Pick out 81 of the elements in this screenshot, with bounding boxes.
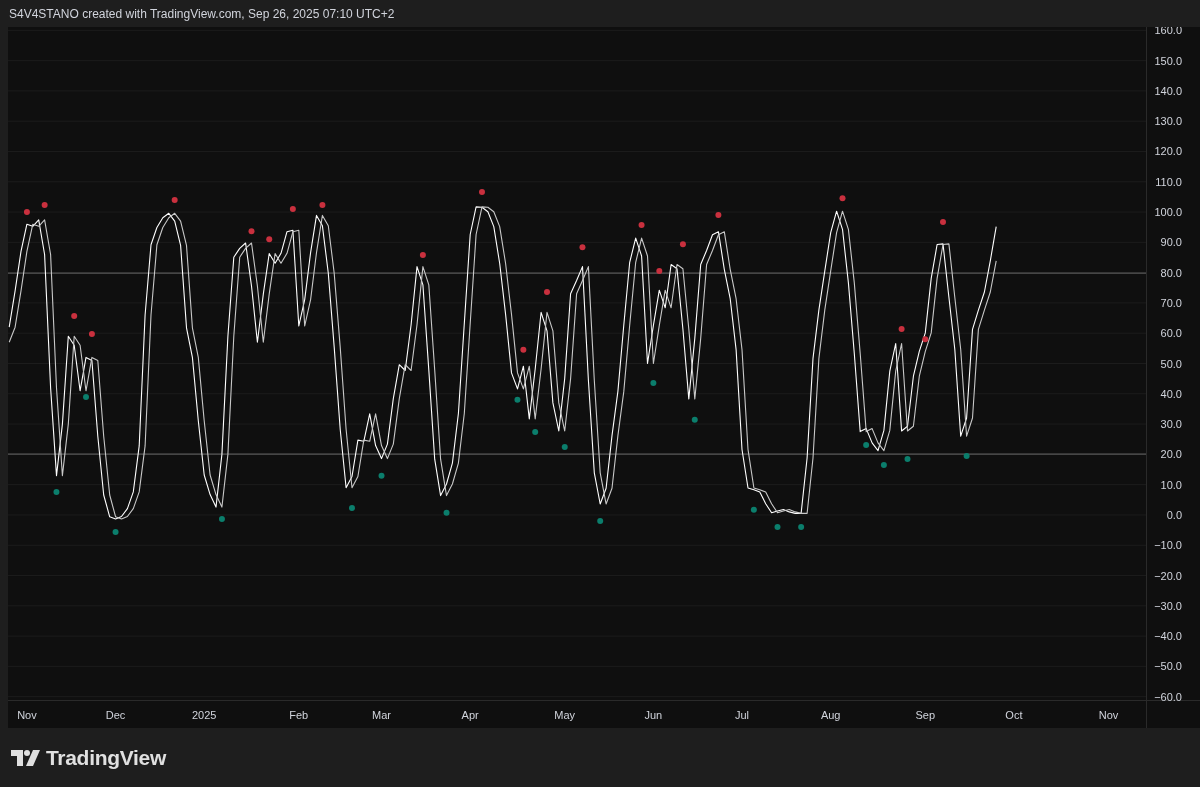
axis-label: 2025 [191, 709, 217, 721]
axis-label: 100.0 [1154, 206, 1182, 219]
signal-dot [715, 212, 722, 219]
signal-dot [41, 202, 48, 209]
axis-label: 130.0 [1154, 115, 1182, 128]
axis-label: 90.0 [1160, 236, 1182, 249]
signal-dot [479, 189, 485, 196]
axis-label: Dec [105, 709, 126, 721]
axis-label: −10.0 [1154, 539, 1182, 552]
signal-dot [23, 209, 30, 216]
axis-label: May [554, 709, 576, 721]
signal-dot [218, 515, 225, 522]
signal-dot [597, 518, 604, 524]
signal-dot [579, 244, 586, 251]
axis-label: Jun [644, 709, 663, 721]
axis-label: 20.0 [1160, 448, 1182, 461]
axis-label: Mar [372, 709, 391, 721]
axis-label: Sep [915, 709, 936, 721]
signal-dot [532, 428, 539, 435]
signal-dot [378, 472, 385, 479]
axis-label: Jul [735, 709, 750, 721]
axis-label: 120.0 [1154, 145, 1182, 158]
axis-label: −20.0 [1154, 569, 1182, 582]
axis-label: 80.0 [1160, 266, 1182, 279]
signal-dot [561, 444, 568, 451]
signal-dot [71, 312, 78, 319]
axis-label: 0.0 [1166, 508, 1182, 521]
signal-dot [443, 509, 450, 516]
axis-label: Oct [1005, 709, 1023, 721]
signal-dot [940, 219, 946, 226]
signal-dot [419, 252, 426, 259]
axis-label: 140.0 [1154, 84, 1182, 97]
signal-dot [679, 241, 686, 248]
signal-dot [88, 331, 95, 338]
axis-label: 70.0 [1160, 296, 1182, 309]
axis-label: −40.0 [1154, 630, 1182, 643]
signal-dot [922, 336, 929, 343]
axis-label: 40.0 [1160, 387, 1182, 400]
signal-dot [289, 206, 296, 213]
signal-dot [638, 222, 645, 229]
axis-label: Aug [820, 709, 841, 721]
signal-dot [839, 195, 846, 202]
logo-text: TradingView [46, 744, 166, 771]
signal-dot [248, 228, 255, 235]
signal-dot [544, 289, 550, 295]
axis-label: 10.0 [1160, 478, 1182, 491]
signal-dot [171, 196, 178, 203]
axis-label: Apr [461, 709, 479, 721]
signal-dot [880, 461, 887, 468]
signal-dot [898, 325, 905, 332]
axis-label: Nov [17, 709, 37, 721]
logo-icon [11, 749, 40, 766]
axis-label: −30.0 [1154, 599, 1182, 612]
axis-label: 160.0 [1154, 27, 1182, 37]
signal-dot [53, 488, 60, 495]
axis-label: Feb [289, 709, 309, 721]
signal-dot [319, 202, 326, 209]
axis-label: 30.0 [1160, 418, 1182, 431]
signal-dot [266, 236, 273, 243]
signal-dot [904, 455, 911, 462]
signal-dot [750, 506, 757, 513]
signal-dot [520, 346, 527, 353]
axis-label: 50.0 [1160, 357, 1182, 370]
signal-dot [691, 416, 698, 423]
signal-dot [798, 524, 805, 531]
signal-dot [83, 394, 89, 401]
axis-label: 60.0 [1160, 327, 1182, 340]
signal-dot [348, 504, 355, 511]
axis-label: −60.0 [1154, 690, 1182, 703]
chart-caption: S4V4STANO created with TradingView.com, Sep 26, 2025 07:10 UTC+2 [9, 5, 395, 23]
axis-label: −50.0 [1154, 660, 1182, 673]
signal-dot [650, 379, 657, 386]
signal-dot [656, 268, 663, 275]
signal-dot [112, 528, 119, 535]
axis-label: Nov [1098, 709, 1119, 721]
axis-label: 150.0 [1154, 54, 1182, 67]
signal-dot [863, 442, 870, 448]
signal-dot [963, 452, 970, 459]
signal-dot [774, 524, 781, 531]
signal-dot [514, 396, 521, 403]
axis-label: 110.0 [1155, 175, 1182, 188]
